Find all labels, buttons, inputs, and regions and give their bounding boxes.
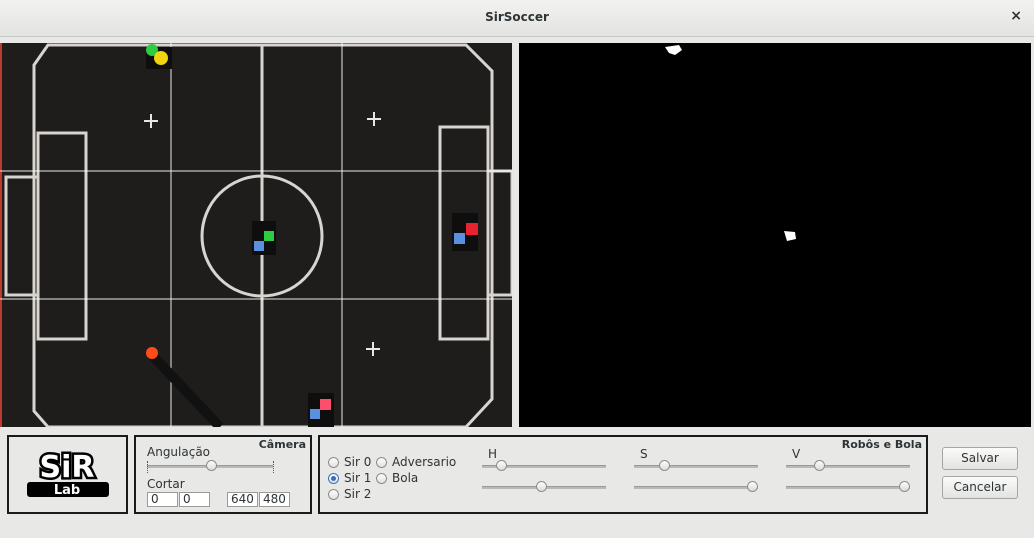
v-max-slider-track[interactable] <box>786 486 910 489</box>
angulacao-tick-left <box>147 461 149 473</box>
angulacao-slider-knob[interactable] <box>206 460 217 471</box>
s-max-slider-track[interactable] <box>634 486 758 489</box>
s-max-slider-knob[interactable] <box>747 481 758 492</box>
v-min-slider-track[interactable] <box>786 465 910 468</box>
window-titlebar: SirSoccer × <box>0 0 1034 37</box>
v-min-slider-knob[interactable] <box>814 460 825 471</box>
radio-sir1-label: Sir 1 <box>344 471 372 485</box>
radio-sir2[interactable] <box>328 489 339 500</box>
crop-y-field[interactable]: 0 <box>179 492 210 507</box>
h-max-slider-knob[interactable] <box>536 481 547 492</box>
camera-panel-title: Câmera <box>258 438 306 451</box>
radio-adversario[interactable] <box>376 457 387 468</box>
v-label: V <box>792 447 801 461</box>
s-min-slider-knob[interactable] <box>659 460 670 471</box>
radio-sir0[interactable] <box>328 457 339 468</box>
h-label: H <box>488 447 498 461</box>
robots-panel: Robôs e Bola Sir 0 Adversario Sir 1 Bola… <box>318 435 928 514</box>
camera-panel: Câmera Angulação Cortar 0 0 640 480 <box>134 435 312 514</box>
cancel-button[interactable]: Cancelar <box>942 476 1018 499</box>
sirlab-logo: SiR Lab <box>27 448 109 498</box>
crop-x-field[interactable]: 0 <box>147 492 178 507</box>
s-label: S <box>640 447 648 461</box>
mask-image <box>519 43 1031 427</box>
robots-panel-title: Robôs e Bola <box>841 438 922 451</box>
radio-sir0-label: Sir 0 <box>344 455 372 469</box>
soccer-field-image <box>0 43 512 427</box>
crop-height-field[interactable]: 480 <box>259 492 290 507</box>
crop-width-field[interactable]: 640 <box>227 492 258 507</box>
s-min-slider-track[interactable] <box>634 465 758 468</box>
mask-view[interactable] <box>519 43 1031 427</box>
window-title: SirSoccer <box>485 10 549 24</box>
logo-text-lab: Lab <box>54 483 80 498</box>
v-max-slider-knob[interactable] <box>899 481 910 492</box>
radio-bola[interactable] <box>376 473 387 484</box>
logo-panel: SiR Lab <box>7 435 128 514</box>
angulacao-tick-right <box>273 461 275 473</box>
angulacao-label: Angulação <box>147 445 211 459</box>
h-min-slider-knob[interactable] <box>496 460 507 471</box>
save-button[interactable]: Salvar <box>942 447 1018 470</box>
camera-view[interactable] <box>0 43 512 427</box>
logo-text-sir: SiR <box>40 450 95 485</box>
radio-sir1[interactable] <box>328 473 339 484</box>
radio-sir2-label: Sir 2 <box>344 487 372 501</box>
radio-bola-label: Bola <box>392 471 419 485</box>
radio-adversario-label: Adversario <box>392 455 457 469</box>
close-icon[interactable]: × <box>1010 8 1022 24</box>
cortar-label: Cortar <box>147 477 185 491</box>
